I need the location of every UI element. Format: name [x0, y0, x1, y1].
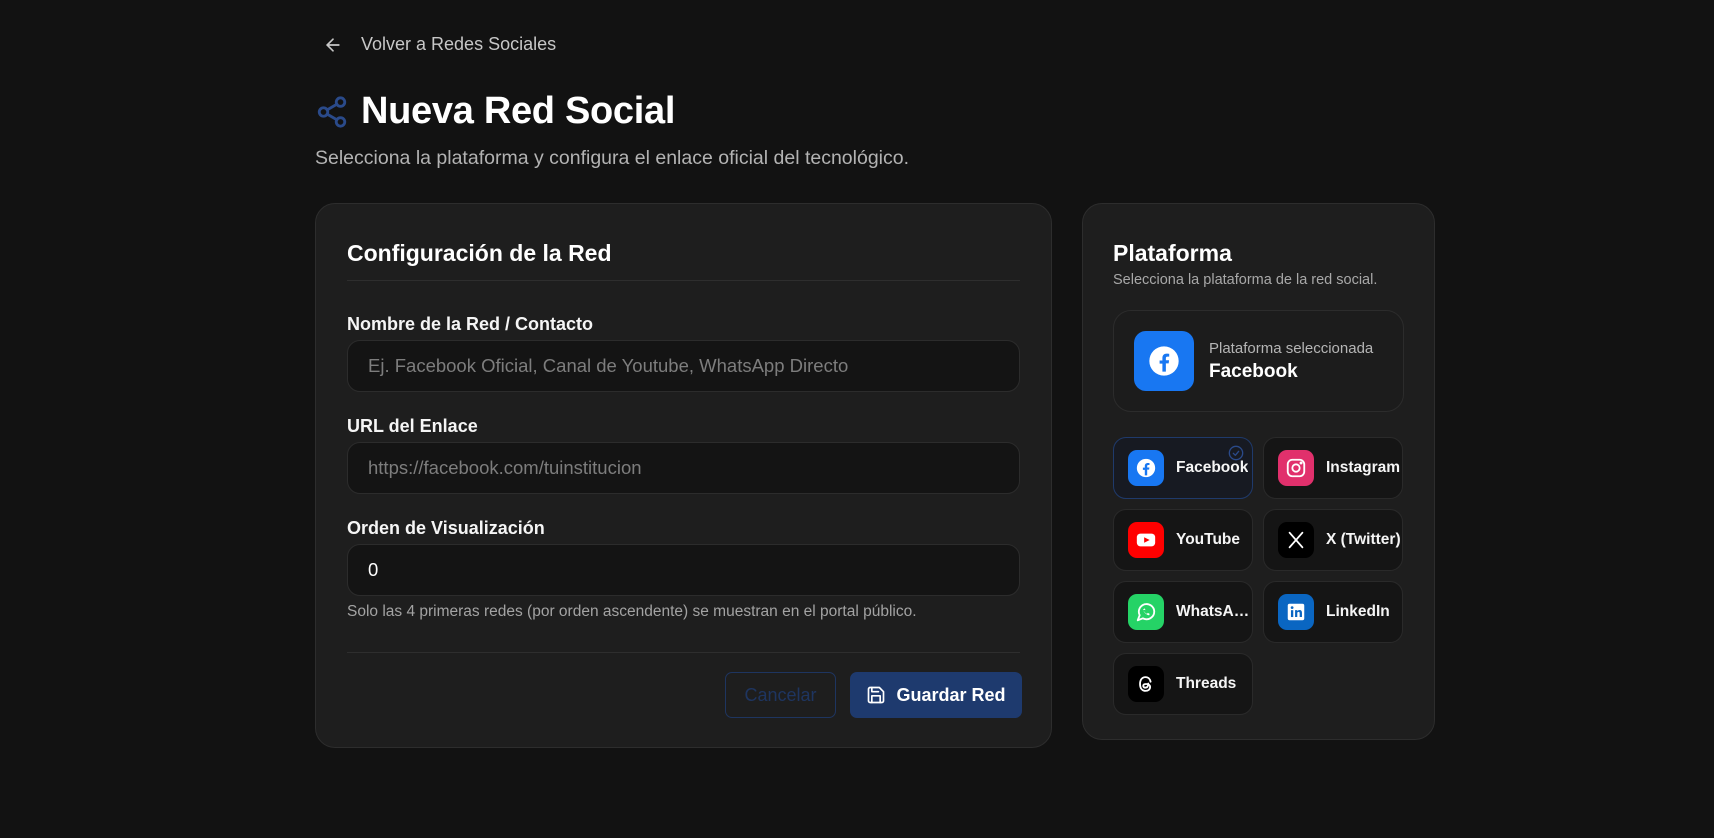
facebook-icon — [1134, 331, 1194, 391]
save-button-label: Guardar Red — [896, 684, 1006, 705]
name-input[interactable] — [347, 340, 1020, 392]
x-icon — [1278, 522, 1314, 558]
platform-option-label: Facebook — [1176, 459, 1249, 476]
threads-icon — [1128, 666, 1164, 702]
selected-platform-name: Facebook — [1209, 360, 1298, 382]
url-input[interactable] — [347, 442, 1020, 494]
platform-option-instagram[interactable]: Instagram — [1263, 437, 1403, 499]
config-card: Configuración de la Red Nombre de la Red… — [315, 203, 1052, 748]
order-input[interactable] — [347, 544, 1020, 596]
back-link-label: Volver a Redes Sociales — [361, 34, 557, 54]
platform-option-label: Threads — [1176, 675, 1237, 692]
share-icon — [317, 95, 347, 128]
linkedin-icon — [1278, 594, 1314, 630]
platform-option-linkedin[interactable]: LinkedIn — [1263, 581, 1403, 643]
facebook-icon — [1128, 450, 1164, 486]
platform-option-threads[interactable]: Threads — [1113, 653, 1253, 715]
page-title: Nueva Red Social — [361, 90, 676, 132]
platform-option-label: LinkedIn — [1326, 603, 1390, 620]
back-link[interactable]: Volver a Redes Sociales — [315, 30, 564, 59]
url-field-label: URL del Enlace — [347, 416, 478, 436]
platform-card-title: Plataforma — [1113, 240, 1232, 266]
page-header: Nueva Red Social — [315, 90, 675, 133]
platform-option-label: WhatsApp — [1176, 603, 1252, 620]
platform-card-subtitle: Selecciona la plataforma de la red socia… — [1113, 272, 1378, 288]
selected-platform-label: Plataforma seleccionada — [1209, 339, 1374, 357]
page-subtitle: Selecciona la plataforma y configura el … — [315, 147, 910, 169]
platform-option-facebook[interactable]: Facebook — [1113, 437, 1253, 499]
platform-option-label: Instagram — [1326, 459, 1401, 476]
platform-option-youtube[interactable]: YouTube — [1113, 509, 1253, 571]
config-card-title: Configuración de la Red — [347, 240, 612, 266]
youtube-icon — [1128, 522, 1164, 558]
platform-option-whatsapp[interactable]: WhatsApp — [1113, 581, 1253, 643]
check-circle-icon — [1228, 445, 1244, 461]
instagram-icon — [1278, 450, 1314, 486]
platform-option-label: X (Twitter) — [1326, 531, 1401, 548]
name-field-label: Nombre de la Red / Contacto — [347, 314, 594, 334]
platform-option-x[interactable]: X (Twitter) — [1263, 509, 1403, 571]
divider — [347, 280, 1020, 281]
selected-platform: Plataforma seleccionada Facebook — [1113, 310, 1404, 412]
order-hint: Solo las 4 primeras redes (por orden asc… — [347, 603, 917, 620]
save-icon — [868, 686, 885, 704]
cancel-button[interactable]: Cancelar — [725, 672, 836, 718]
divider — [347, 652, 1020, 653]
save-button[interactable]: Guardar Red — [850, 672, 1022, 718]
whatsapp-icon — [1128, 594, 1164, 630]
arrow-left-icon — [326, 37, 340, 52]
platform-card: Plataforma Selecciona la plataforma de l… — [1082, 203, 1435, 740]
order-field-label: Orden de Visualización — [347, 518, 545, 538]
platform-option-label: YouTube — [1176, 531, 1240, 548]
